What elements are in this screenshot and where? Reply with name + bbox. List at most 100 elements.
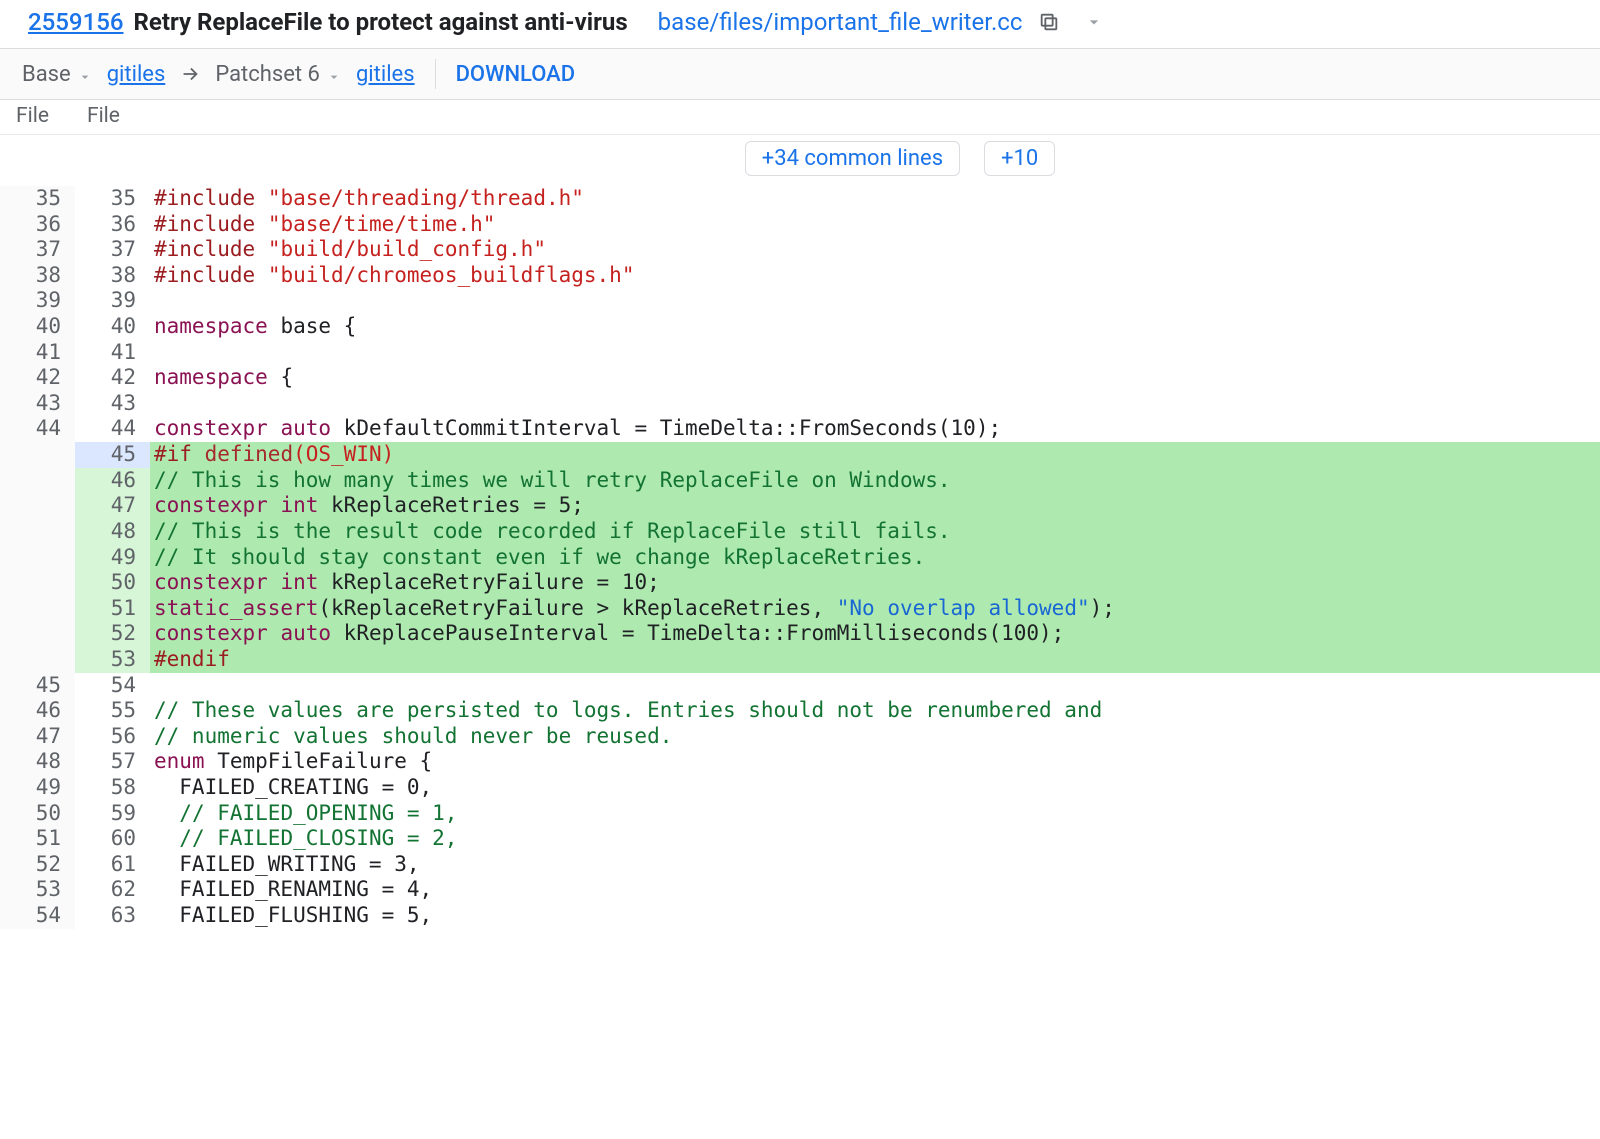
line-number-left: 46 xyxy=(0,698,75,724)
diff-row-added[interactable]: 48// This is the result code recorded if… xyxy=(0,519,1600,545)
patchset-toolbar: Base gitiles Patchset 6 gitiles DOWNLOAD xyxy=(0,49,1600,100)
diff-row-added[interactable]: 46// This is how many times we will retr… xyxy=(0,468,1600,494)
file-path[interactable]: base/files/important_file_writer.cc xyxy=(658,8,1023,36)
line-number-right: 44 xyxy=(75,416,150,442)
diff-view: 3535#include "base/threading/thread.h"36… xyxy=(0,186,1600,929)
line-number-left: 43 xyxy=(0,391,75,417)
diff-row-added[interactable]: 45#if defined(OS_WIN) xyxy=(0,442,1600,468)
code-cell: // It should stay constant even if we ch… xyxy=(150,545,1600,571)
cl-title: Retry ReplaceFile to protect against ant… xyxy=(133,8,627,36)
diff-row[interactable]: 5261 FAILED_WRITING = 3, xyxy=(0,852,1600,878)
line-number-left: 41 xyxy=(0,340,75,366)
diff-row-added[interactable]: 47constexpr int kReplaceRetries = 5; xyxy=(0,493,1600,519)
diff-row[interactable]: 3636#include "base/time/time.h" xyxy=(0,212,1600,238)
line-number-left: 48 xyxy=(0,749,75,775)
cl-number-link[interactable]: 2559156 xyxy=(28,8,123,36)
line-number-right: 58 xyxy=(75,775,150,801)
line-number-right: 46 xyxy=(75,468,150,494)
diff-row[interactable]: 4343 xyxy=(0,391,1600,417)
line-number-right: 57 xyxy=(75,749,150,775)
code-cell xyxy=(150,673,1600,699)
diff-row[interactable]: 5160 // FAILED_CLOSING = 2, xyxy=(0,826,1600,852)
copy-path-icon[interactable] xyxy=(1038,11,1060,33)
file-menu-chevron-icon[interactable] xyxy=(1084,12,1104,32)
diff-row[interactable]: 3838#include "build/chromeos_buildflags.… xyxy=(0,263,1600,289)
line-number-left xyxy=(0,621,75,647)
gitiles-left-link[interactable]: gitiles xyxy=(107,62,166,87)
code-cell: namespace base { xyxy=(150,314,1600,340)
diff-row[interactable]: 5059 // FAILED_OPENING = 1, xyxy=(0,801,1600,827)
line-number-right: 63 xyxy=(75,903,150,929)
code-cell: // numeric values should never be reused… xyxy=(150,724,1600,750)
code-cell: FAILED_FLUSHING = 5, xyxy=(150,903,1600,929)
diff-row[interactable]: 4040namespace base { xyxy=(0,314,1600,340)
line-number-left xyxy=(0,596,75,622)
chevron-down-icon xyxy=(77,66,93,82)
code-cell xyxy=(150,288,1600,314)
diff-row[interactable]: 4857enum TempFileFailure { xyxy=(0,749,1600,775)
line-number-right: 50 xyxy=(75,570,150,596)
line-number-right: 61 xyxy=(75,852,150,878)
diff-row[interactable]: 3737#include "build/build_config.h" xyxy=(0,237,1600,263)
line-number-left xyxy=(0,647,75,673)
diff-row[interactable]: 4958 FAILED_CREATING = 0, xyxy=(0,775,1600,801)
patchset-selector[interactable]: Patchset 6 xyxy=(215,62,342,87)
diff-row-added[interactable]: 49// It should stay constant even if we … xyxy=(0,545,1600,571)
diff-row-added[interactable]: 52constexpr auto kReplacePauseInterval =… xyxy=(0,621,1600,647)
diff-row[interactable]: 4141 xyxy=(0,340,1600,366)
line-number-left: 37 xyxy=(0,237,75,263)
header-bar: 2559156 Retry ReplaceFile to protect aga… xyxy=(0,0,1600,49)
diff-row-added[interactable]: 51static_assert(kReplaceRetryFailure > k… xyxy=(0,596,1600,622)
code-cell: constexpr auto kReplacePauseInterval = T… xyxy=(150,621,1600,647)
line-number-left: 53 xyxy=(0,877,75,903)
diff-row[interactable]: 4444constexpr auto kDefaultCommitInterva… xyxy=(0,416,1600,442)
base-label: Base xyxy=(22,62,71,87)
line-number-left: 39 xyxy=(0,288,75,314)
gitiles-right-link[interactable]: gitiles xyxy=(356,62,415,87)
base-selector[interactable]: Base xyxy=(22,62,93,87)
diff-row[interactable]: 3939 xyxy=(0,288,1600,314)
expand-context-button[interactable]: +10 xyxy=(984,141,1055,176)
code-cell: // This is how many times we will retry … xyxy=(150,468,1600,494)
diff-row[interactable]: 4242namespace { xyxy=(0,365,1600,391)
code-cell: #include "build/build_config.h" xyxy=(150,237,1600,263)
diff-row[interactable]: 5463 FAILED_FLUSHING = 5, xyxy=(0,903,1600,929)
chevron-down-icon xyxy=(326,66,342,82)
line-number-left xyxy=(0,493,75,519)
diff-row[interactable]: 5362 FAILED_RENAMING = 4, xyxy=(0,877,1600,903)
line-number-left: 36 xyxy=(0,212,75,238)
line-number-left: 40 xyxy=(0,314,75,340)
line-number-right: 39 xyxy=(75,288,150,314)
file-label-left: File xyxy=(16,104,49,128)
line-number-right: 38 xyxy=(75,263,150,289)
code-cell xyxy=(150,340,1600,366)
diff-row-added[interactable]: 50constexpr int kReplaceRetryFailure = 1… xyxy=(0,570,1600,596)
code-cell: constexpr int kReplaceRetries = 5; xyxy=(150,493,1600,519)
expand-common-lines-button[interactable]: +34 common lines xyxy=(745,141,960,176)
line-number-right: 41 xyxy=(75,340,150,366)
file-label-right: File xyxy=(87,104,120,128)
line-number-right: 35 xyxy=(75,186,150,212)
line-number-left xyxy=(0,519,75,545)
code-cell: constexpr auto kDefaultCommitInterval = … xyxy=(150,416,1600,442)
code-cell: FAILED_RENAMING = 4, xyxy=(150,877,1600,903)
code-cell: #include "base/time/time.h" xyxy=(150,212,1600,238)
file-column-headers: File File xyxy=(0,100,1600,135)
download-button[interactable]: DOWNLOAD xyxy=(456,62,584,87)
line-number-right: 53 xyxy=(75,647,150,673)
line-number-left: 49 xyxy=(0,775,75,801)
line-number-left: 54 xyxy=(0,903,75,929)
diff-row[interactable]: 3535#include "base/threading/thread.h" xyxy=(0,186,1600,212)
expand-context-row: +34 common lines +10 xyxy=(200,135,1600,186)
diff-row[interactable]: 4554 xyxy=(0,673,1600,699)
code-cell: FAILED_WRITING = 3, xyxy=(150,852,1600,878)
line-number-left: 38 xyxy=(0,263,75,289)
line-number-right: 59 xyxy=(75,801,150,827)
diff-row[interactable]: 4756// numeric values should never be re… xyxy=(0,724,1600,750)
code-cell: #if defined(OS_WIN) xyxy=(150,442,1600,468)
line-number-right: 40 xyxy=(75,314,150,340)
diff-row-added[interactable]: 53#endif xyxy=(0,647,1600,673)
code-cell: enum TempFileFailure { xyxy=(150,749,1600,775)
code-cell: constexpr int kReplaceRetryFailure = 10; xyxy=(150,570,1600,596)
diff-row[interactable]: 4655// These values are persisted to log… xyxy=(0,698,1600,724)
